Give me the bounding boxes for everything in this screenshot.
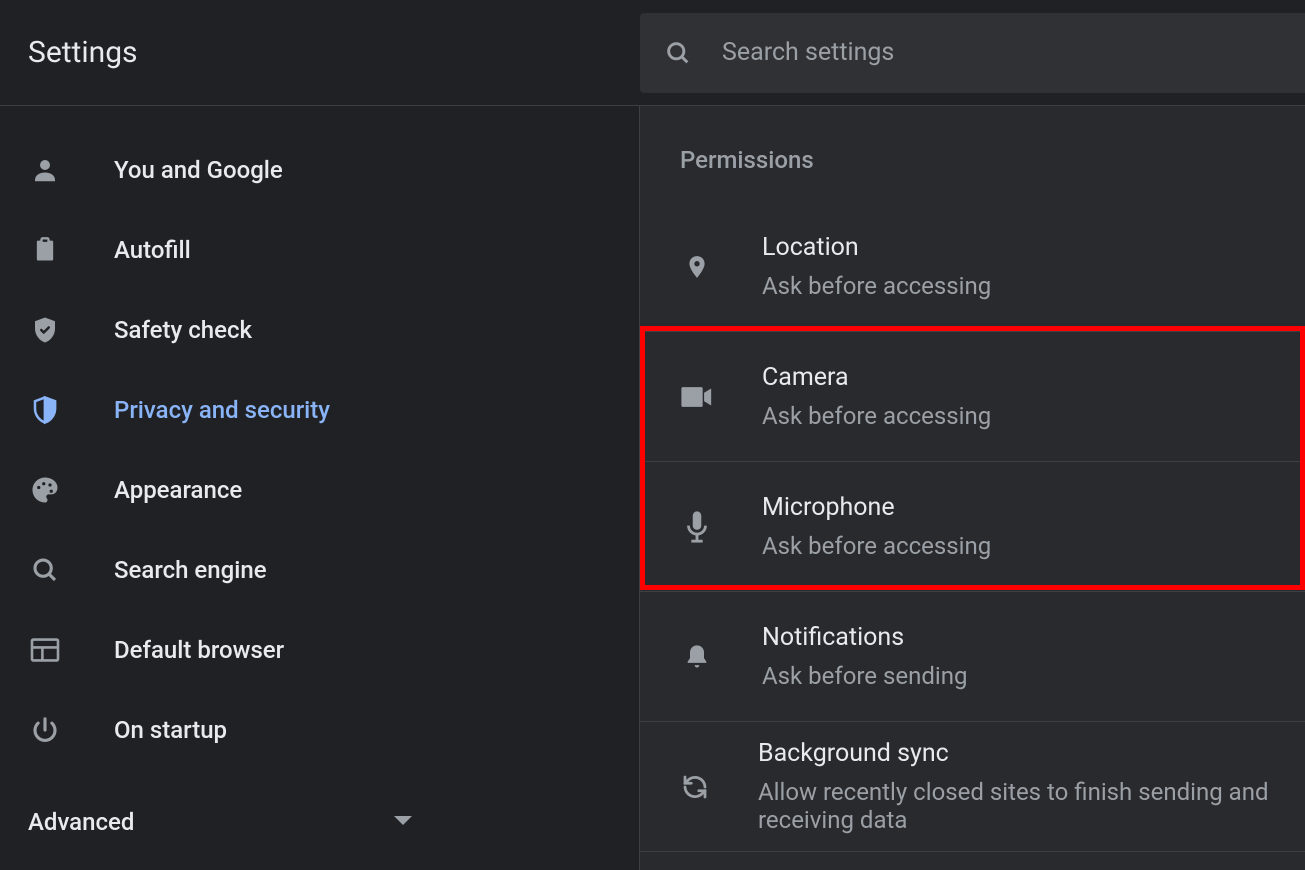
sidebar-item-label: Search engine — [114, 556, 267, 584]
palette-icon — [28, 473, 62, 507]
sidebar-item-label: You and Google — [114, 156, 283, 184]
sync-icon — [680, 770, 710, 804]
permission-title: Camera — [762, 363, 991, 392]
permission-row-notifications[interactable]: Notifications Ask before sending — [640, 592, 1305, 722]
sidebar-item-label: Autofill — [114, 236, 191, 264]
sidebar-item-label: On startup — [114, 716, 227, 744]
sidebar-item-appearance[interactable]: Appearance — [0, 450, 639, 530]
sidebar-item-privacy-security[interactable]: Privacy and security — [0, 370, 639, 450]
permission-title: Location — [762, 233, 991, 262]
magnifier-icon — [28, 553, 62, 587]
section-title: Permissions — [640, 106, 1305, 202]
sidebar-item-autofill[interactable]: Autofill — [0, 210, 639, 290]
sidebar-item-you-and-google[interactable]: You and Google — [0, 130, 639, 210]
sidebar-item-label: Safety check — [114, 316, 252, 344]
shield-icon — [28, 393, 62, 427]
sidebar: You and Google Autofill Safety check Pri… — [0, 106, 640, 870]
permission-subtitle: Allow recently closed sites to finish se… — [758, 778, 1305, 834]
sidebar-item-safety-check[interactable]: Safety check — [0, 290, 639, 370]
search-input[interactable] — [722, 38, 1281, 67]
sidebar-item-on-startup[interactable]: On startup — [0, 690, 639, 770]
permission-row-microphone[interactable]: Microphone Ask before accessing — [640, 462, 1305, 592]
sidebar-item-label: Privacy and security — [114, 396, 330, 424]
sidebar-item-label: Appearance — [114, 476, 242, 504]
permission-row-camera[interactable]: Camera Ask before accessing — [640, 332, 1305, 462]
sidebar-item-search-engine[interactable]: Search engine — [0, 530, 639, 610]
header: Settings — [0, 0, 1305, 106]
browser-icon — [28, 633, 62, 667]
person-icon — [28, 153, 62, 187]
permission-title: Microphone — [762, 493, 991, 522]
permission-subtitle: Ask before accessing — [762, 272, 991, 300]
permission-title: Notifications — [762, 623, 967, 652]
sidebar-item-label: Default browser — [114, 636, 284, 664]
search-bar[interactable] — [640, 13, 1305, 93]
permission-subtitle: Ask before accessing — [762, 402, 991, 430]
microphone-icon — [680, 510, 714, 544]
clipboard-icon — [28, 233, 62, 267]
permission-row-location[interactable]: Location Ask before accessing — [640, 202, 1305, 332]
permission-subtitle: Ask before sending — [762, 662, 967, 690]
permission-subtitle: Ask before accessing — [762, 532, 991, 560]
bell-icon — [680, 640, 714, 674]
shield-check-icon — [28, 313, 62, 347]
power-icon — [28, 713, 62, 747]
sidebar-advanced-toggle[interactable]: Advanced — [0, 782, 440, 862]
chevron-down-icon — [394, 816, 412, 828]
page-title: Settings — [0, 35, 640, 70]
advanced-label: Advanced — [28, 808, 134, 836]
search-icon — [664, 39, 692, 67]
location-pin-icon — [680, 250, 714, 284]
camera-icon — [680, 380, 714, 414]
permission-title: Background sync — [758, 739, 1305, 768]
main-panel: Permissions Location Ask before accessin… — [640, 106, 1305, 870]
sidebar-item-default-browser[interactable]: Default browser — [0, 610, 639, 690]
permission-row-background-sync[interactable]: Background sync Allow recently closed si… — [640, 722, 1305, 852]
